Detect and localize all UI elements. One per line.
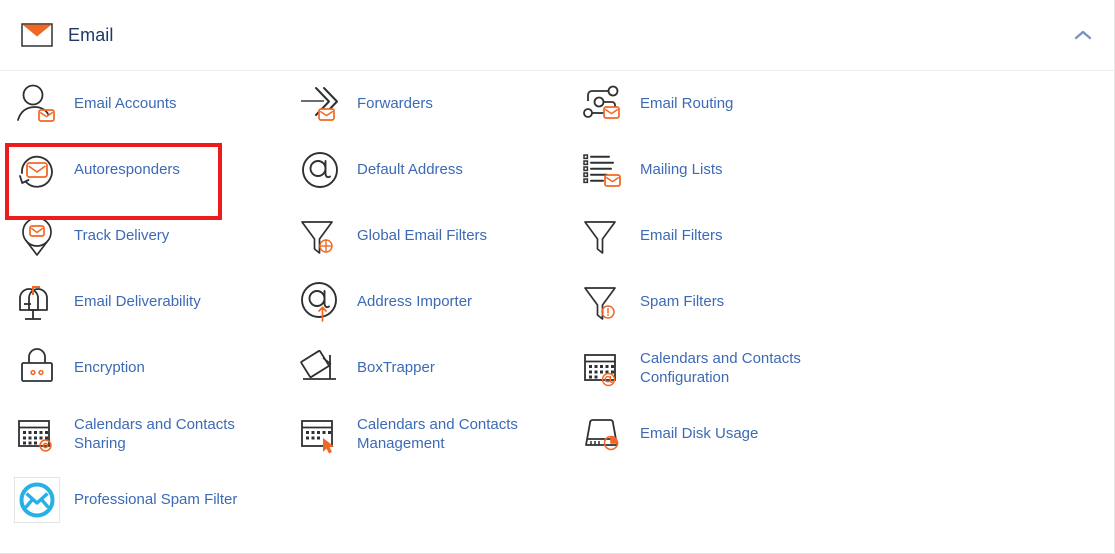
tool-label: Professional Spam Filter (74, 491, 238, 509)
map-pin-envelope-icon (14, 212, 60, 260)
tool-label: Global Email Filters (357, 227, 488, 245)
funnel-globe-icon (297, 212, 343, 260)
at-sign-icon (297, 146, 343, 194)
tool-global-email-filters[interactable]: Global Email Filters (297, 203, 582, 269)
calendar-at-icon (580, 344, 626, 392)
tool-label: Autoresponders (74, 161, 180, 179)
at-sign-up-arrow-icon (297, 278, 343, 326)
tool-forwarders[interactable]: Forwarders (297, 71, 582, 137)
disk-pie-icon (580, 410, 626, 458)
tool-label: Mailing Lists (640, 161, 723, 179)
tool-label: Encryption (74, 359, 145, 377)
arrow-envelope-icon (297, 80, 343, 128)
envelope-icon (20, 18, 54, 52)
tool-spam-filters[interactable]: Spam Filters (580, 269, 865, 335)
tool-calendars-contacts-management[interactable]: Calendars and Contacts Management (297, 401, 582, 467)
list-envelope-icon (580, 146, 626, 194)
tool-label: Track Delivery (74, 227, 170, 245)
tool-email-deliverability[interactable]: Email Deliverability (14, 269, 299, 335)
tool-label: Spam Filters (640, 293, 725, 311)
tool-email-filters[interactable]: Email Filters (580, 203, 865, 269)
grid-column-1: Email Accounts Autoresponders Track Deli… (14, 71, 299, 533)
tool-encryption[interactable]: Encryption (14, 335, 299, 401)
tool-label: Email Accounts (74, 95, 177, 113)
email-tools-grid: Email Accounts Autoresponders Track Deli… (0, 71, 1114, 523)
calendar-cursor-icon (297, 410, 343, 458)
page-title: Email (68, 24, 114, 45)
lock-icon (14, 344, 60, 392)
tool-label: Email Filters (640, 227, 723, 245)
calendar-gear-icon (14, 410, 60, 458)
tool-label: Calendars and Contacts Sharing (74, 415, 235, 452)
grid-column-2: Forwarders Default Address Global Email … (297, 71, 582, 467)
tool-label: Email Routing (640, 95, 734, 113)
tool-default-address[interactable]: Default Address (297, 137, 582, 203)
grid-column-3: Email Routing Mailing Lists Email Filter… (580, 71, 865, 467)
tool-track-delivery[interactable]: Track Delivery (14, 203, 299, 269)
mailbox-icon (14, 278, 60, 326)
tool-email-accounts[interactable]: Email Accounts (14, 71, 299, 137)
box-trap-icon (297, 344, 343, 392)
tool-label: Email Disk Usage (640, 425, 759, 443)
spam-filter-circle-icon (14, 476, 60, 524)
tool-calendars-contacts-sharing[interactable]: Calendars and Contacts Sharing (14, 401, 299, 467)
routing-envelope-icon (580, 80, 626, 128)
tool-professional-spam-filter[interactable]: Professional Spam Filter (14, 467, 299, 533)
tool-label: Default Address (357, 161, 463, 179)
tool-autoresponders[interactable]: Autoresponders (14, 137, 299, 203)
tool-boxtrapper[interactable]: BoxTrapper (297, 335, 582, 401)
tool-email-disk-usage[interactable]: Email Disk Usage (580, 401, 865, 467)
tool-email-routing[interactable]: Email Routing (580, 71, 865, 137)
tool-address-importer[interactable]: Address Importer (297, 269, 582, 335)
panel-header: Email (0, 0, 1114, 71)
user-envelope-icon (14, 80, 60, 128)
envelope-refresh-icon (14, 146, 60, 194)
email-panel: Email Email Accounts Autoresponders Trac… (0, 0, 1115, 554)
tool-label: Email Deliverability (74, 293, 201, 311)
tool-label: Calendars and Contacts Management (357, 415, 518, 452)
funnel-alert-icon (580, 278, 626, 326)
funnel-icon (580, 212, 626, 260)
tool-mailing-lists[interactable]: Mailing Lists (580, 137, 865, 203)
chevron-up-icon[interactable] (1070, 22, 1096, 48)
tool-label: Forwarders (357, 95, 433, 113)
tool-label: Calendars and Contacts Configuration (640, 349, 801, 386)
tool-label: BoxTrapper (357, 359, 435, 377)
tool-label: Address Importer (357, 293, 473, 311)
tool-calendars-contacts-configuration[interactable]: Calendars and Contacts Configuration (580, 335, 865, 401)
